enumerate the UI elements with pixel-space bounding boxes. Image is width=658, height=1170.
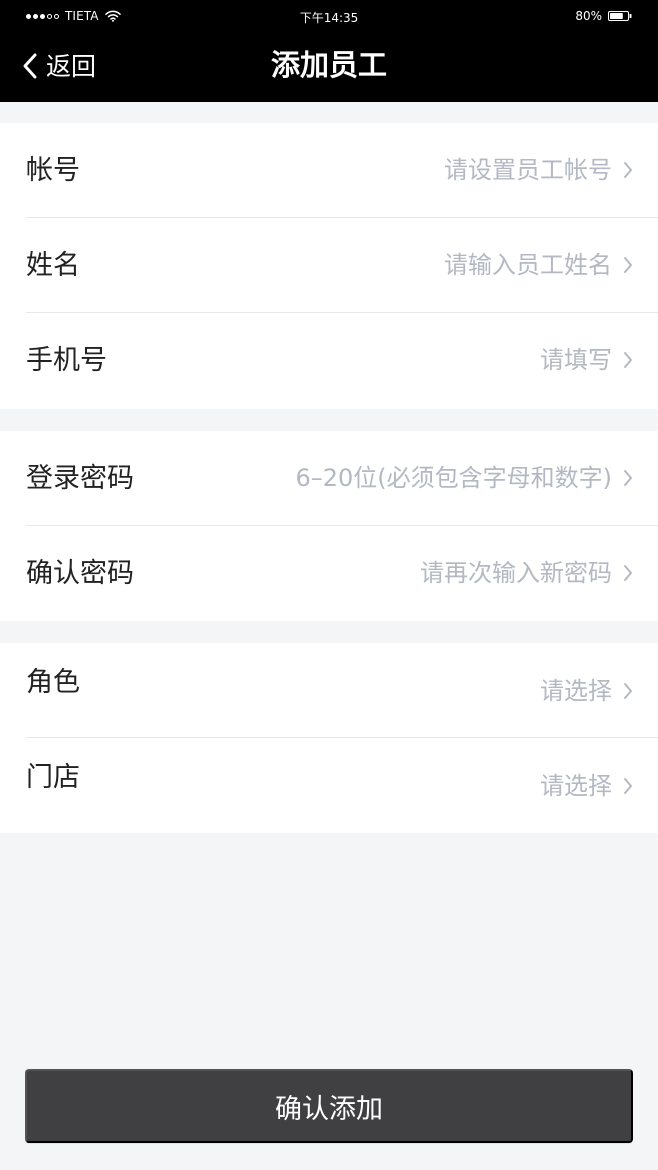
battery-icon xyxy=(608,11,632,21)
status-time: 下午14:35 xyxy=(299,11,359,25)
page-title: 添加员工 xyxy=(270,48,387,82)
form-row-label: 角色 xyxy=(26,667,80,698)
chevron-right-icon xyxy=(624,162,632,178)
form-row-placeholder: 请填写 xyxy=(540,346,612,374)
form-row-placeholder: 请再次输入新密码 xyxy=(420,559,612,587)
form-row-label: 姓名 xyxy=(26,250,80,281)
form-section-role-store: 角色 请选择 门店 请选择 xyxy=(0,643,658,833)
status-bar: TIETA 下午14:35 80% xyxy=(0,0,658,30)
form-row-label: 登录密码 xyxy=(26,463,134,494)
form-row-name[interactable]: 姓名 请输入员工姓名 xyxy=(0,218,658,313)
form-row-phone[interactable]: 手机号 请填写 xyxy=(0,313,658,408)
battery-percentage: 80% xyxy=(575,9,602,23)
chevron-right-icon xyxy=(624,257,632,273)
form-row-label: 确认密码 xyxy=(26,558,134,589)
form-row-placeholder: 6–20位(必须包含字母和数字) xyxy=(295,464,612,492)
form-row-label: 门店 xyxy=(26,762,80,793)
confirm-add-button[interactable]: 确认添加 xyxy=(25,1069,633,1143)
chevron-right-icon xyxy=(624,565,632,581)
form-row-placeholder: 请选择 xyxy=(540,772,612,800)
top-bar: TIETA 下午14:35 80% 返回 添加员工 xyxy=(0,0,658,102)
chevron-right-icon xyxy=(624,683,632,699)
form-row-login-password[interactable]: 登录密码 6–20位(必须包含字母和数字) xyxy=(0,431,658,526)
form-row-store[interactable]: 门店 请选择 xyxy=(0,738,658,833)
battery-level-fill xyxy=(610,13,623,19)
chevron-right-icon xyxy=(624,778,632,794)
chevron-right-icon xyxy=(624,470,632,486)
form-section-password: 登录密码 6–20位(必须包含字母和数字) 确认密码 请再次输入新密码 xyxy=(0,431,658,621)
form-row-account[interactable]: 帐号 请设置员工帐号 xyxy=(0,123,658,218)
form-row-label: 帐号 xyxy=(26,155,80,186)
form-row-placeholder: 请输入员工姓名 xyxy=(444,251,612,279)
form-row-role[interactable]: 角色 请选择 xyxy=(0,643,658,738)
navigation-bar: 返回 添加员工 xyxy=(0,30,658,102)
chevron-right-icon xyxy=(624,352,632,368)
form-section-account: 帐号 请设置员工帐号 姓名 请输入员工姓名 手机号 请填写 xyxy=(0,123,658,409)
form-row-label: 手机号 xyxy=(26,345,107,376)
form-row-placeholder: 请选择 xyxy=(540,677,612,705)
form-row-confirm-password[interactable]: 确认密码 请再次输入新密码 xyxy=(0,526,658,621)
form-row-placeholder: 请设置员工帐号 xyxy=(444,156,612,184)
status-right: 80% xyxy=(575,9,632,23)
